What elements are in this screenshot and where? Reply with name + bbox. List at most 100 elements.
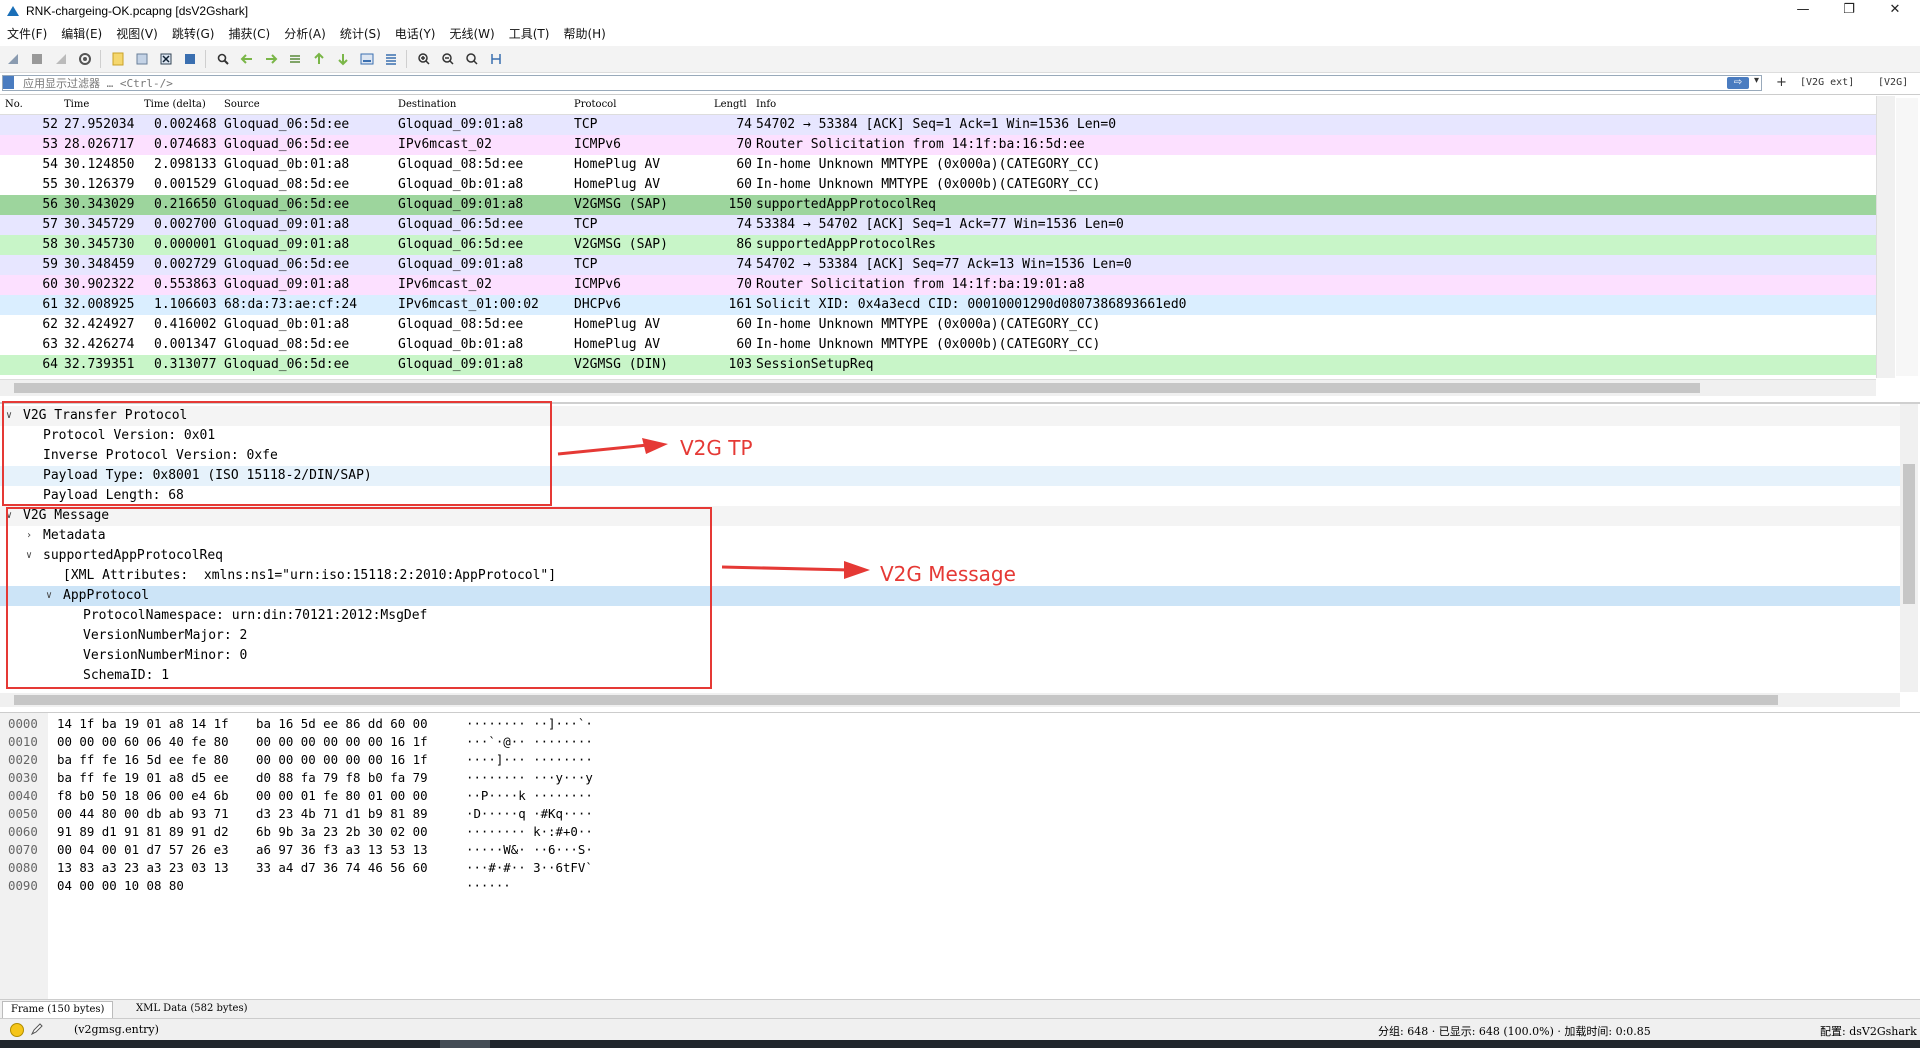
expert-info-icon[interactable] xyxy=(10,1023,24,1037)
first-packet-icon[interactable] xyxy=(308,48,330,70)
column-header-info[interactable]: Info xyxy=(756,99,776,110)
packet-row[interactable]: 56 30.343029 0.216650 Gloquad_06:5d:ee Gloqu… xyxy=(0,195,1876,215)
byte-hex2[interactable]: 33 a4 d7 36 74 46 56 60 xyxy=(256,859,428,877)
vscroll-thumb[interactable] xyxy=(1903,464,1915,604)
byte-hex1[interactable]: 00 00 00 60 06 40 fe 80 xyxy=(57,733,229,751)
byte-hex2[interactable]: 00 00 00 00 00 00 16 1f xyxy=(256,733,428,751)
byte-ascii[interactable]: ·D·····q ·#Kq···· xyxy=(466,805,593,823)
display-filter-input[interactable]: 应用显示过滤器 … <Ctrl-/> xyxy=(2,75,1762,91)
packet-minimap[interactable] xyxy=(1896,98,1918,376)
menu-telephony[interactable]: 电话(Y) xyxy=(388,25,443,42)
byte-hex1[interactable]: 91 89 d1 91 81 89 91 d2 xyxy=(57,823,229,841)
packet-row[interactable]: 57 30.345729 0.002700 Gloquad_09:01:a8 Gloqu… xyxy=(0,215,1876,235)
colorize-icon[interactable] xyxy=(380,48,402,70)
status-profile[interactable]: 配置: dsV2Gshark xyxy=(1820,1023,1917,1039)
hscroll-thumb[interactable] xyxy=(14,383,1700,393)
zoom-out-icon[interactable] xyxy=(437,48,459,70)
find-packet-icon[interactable] xyxy=(212,48,234,70)
save-file-icon[interactable] xyxy=(131,48,153,70)
open-file-icon[interactable] xyxy=(107,48,129,70)
menu-go[interactable]: 跳转(G) xyxy=(165,25,222,42)
byte-hex1[interactable]: f8 b0 50 18 06 00 e4 6b xyxy=(57,787,229,805)
last-packet-icon[interactable] xyxy=(332,48,354,70)
packet-row[interactable]: 54 30.124850 2.098133 Gloquad_0b:01:a8 Gloqu… xyxy=(0,155,1876,175)
zoom-in-icon[interactable] xyxy=(413,48,435,70)
byte-ascii[interactable]: ····]··· ········ xyxy=(466,751,593,769)
column-header-delta[interactable]: Time (delta) xyxy=(144,99,206,110)
byte-ascii[interactable]: ········ ··]···`· xyxy=(466,715,593,733)
byte-ascii[interactable]: ·····W&· ··6···S· xyxy=(466,841,593,859)
menu-tools[interactable]: 工具(T) xyxy=(502,25,557,42)
packet-row[interactable]: 63 32.426274 0.001347 Gloquad_08:5d:ee Gloqu… xyxy=(0,335,1876,355)
packet-row[interactable]: 60 30.902322 0.553863 Gloquad_09:01:a8 IPv6m… xyxy=(0,275,1876,295)
packet-row[interactable]: 61 32.008925 1.106603 68:da:73:ae:cf:24 IPv6… xyxy=(0,295,1876,315)
menu-statistics[interactable]: 统计(S) xyxy=(333,25,388,42)
menu-file[interactable]: 文件(F) xyxy=(0,25,54,42)
byte-hex1[interactable]: ba ff fe 19 01 a8 d5 ee xyxy=(57,769,229,787)
column-header-protocol[interactable]: Protocol xyxy=(574,99,616,110)
packet-row[interactable]: 62 32.424927 0.416002 Gloquad_0b:01:a8 Gloqu… xyxy=(0,315,1876,335)
close-button[interactable]: ✕ xyxy=(1872,0,1918,22)
menu-wireless[interactable]: 无线(W) xyxy=(443,25,502,42)
column-header-no[interactable]: No. xyxy=(5,99,23,110)
filter-button-v2g[interactable]: [V2G] xyxy=(1878,77,1908,88)
menu-edit[interactable]: 编辑(E) xyxy=(54,25,109,42)
tab-frame-bytes[interactable]: Frame (150 bytes) xyxy=(2,1001,114,1018)
packet-list-hscrollbar[interactable] xyxy=(0,379,1876,396)
tab-xml-data-bytes[interactable]: XML Data (582 bytes) xyxy=(128,1001,256,1017)
column-header-source[interactable]: Source xyxy=(224,99,260,110)
byte-hex1[interactable]: 04 00 00 10 08 80 xyxy=(57,877,184,895)
byte-hex1[interactable]: 13 83 a3 23 a3 23 03 13 xyxy=(57,859,229,877)
byte-hex1[interactable]: 00 44 80 00 db ab 93 71 xyxy=(57,805,229,823)
packet-row[interactable]: 55 30.126379 0.001529 Gloquad_08:5d:ee Gloqu… xyxy=(0,175,1876,195)
add-filter-button-icon[interactable]: + xyxy=(1776,75,1787,90)
byte-hex2[interactable]: d3 23 4b 71 d1 b9 81 89 xyxy=(256,805,428,823)
byte-hex1[interactable]: 00 04 00 01 d7 57 26 e3 xyxy=(57,841,229,859)
autoscroll-icon[interactable] xyxy=(356,48,378,70)
maximize-button[interactable]: ❐ xyxy=(1826,0,1872,22)
packet-row[interactable]: 64 32.739351 0.313077 Gloquad_06:5d:ee Gloqu… xyxy=(0,355,1876,375)
column-header-destination[interactable]: Destination xyxy=(398,99,456,110)
close-file-icon[interactable] xyxy=(155,48,177,70)
go-to-packet-icon[interactable] xyxy=(284,48,306,70)
stop-capture-icon[interactable] xyxy=(26,48,48,70)
byte-hex2[interactable]: a6 97 36 f3 a3 13 53 13 xyxy=(256,841,428,859)
byte-ascii[interactable]: ···`·@·· ········ xyxy=(466,733,593,751)
capture-options-icon[interactable] xyxy=(74,48,96,70)
byte-hex1[interactable]: ba ff fe 16 5d ee fe 80 xyxy=(57,751,229,769)
column-header-time[interactable]: Time xyxy=(64,99,89,110)
byte-hex2[interactable]: 6b 9b 3a 23 2b 30 02 00 xyxy=(256,823,428,841)
packet-list-vscrollbar[interactable] xyxy=(1876,96,1895,378)
byte-ascii[interactable]: ··P····k ········ xyxy=(466,787,593,805)
filter-button-v2g-ext[interactable]: [V2G ext] xyxy=(1800,77,1854,88)
minimize-button[interactable]: — xyxy=(1780,0,1826,22)
packet-row[interactable]: 52 27.952034 0.002468 Gloquad_06:5d:ee Gloqu… xyxy=(0,115,1876,135)
byte-ascii[interactable]: ······ xyxy=(466,877,511,895)
byte-ascii[interactable]: ········ k·:#+0·· xyxy=(466,823,593,841)
menu-analyze[interactable]: 分析(A) xyxy=(277,25,333,42)
go-forward-icon[interactable] xyxy=(260,48,282,70)
byte-ascii[interactable]: ···#·#·· 3··6tFV` xyxy=(466,859,593,877)
go-back-icon[interactable] xyxy=(236,48,258,70)
details-vscrollbar[interactable] xyxy=(1900,404,1918,692)
byte-hex2[interactable]: 00 00 00 00 00 00 16 1f xyxy=(256,751,428,769)
resize-columns-icon[interactable] xyxy=(485,48,507,70)
details-hscrollbar[interactable] xyxy=(0,693,1900,707)
apply-filter-button[interactable]: ⇨ xyxy=(1727,77,1749,89)
hscroll-thumb[interactable] xyxy=(14,695,1778,705)
menu-capture[interactable]: 捕获(C) xyxy=(221,25,277,42)
byte-hex2[interactable]: ba 16 5d ee 86 dd 60 00 xyxy=(256,715,428,733)
packet-row[interactable]: 58 30.345730 0.000001 Gloquad_09:01:a8 Gloqu… xyxy=(0,235,1876,255)
packet-row[interactable]: 59 30.348459 0.002729 Gloquad_06:5d:ee Gloqu… xyxy=(0,255,1876,275)
byte-hex1[interactable]: 14 1f ba 19 01 a8 14 1f xyxy=(57,715,229,733)
filter-bookmark-icon[interactable] xyxy=(3,76,14,89)
restart-capture-icon[interactable] xyxy=(50,48,72,70)
start-capture-icon[interactable] xyxy=(2,48,24,70)
reload-file-icon[interactable] xyxy=(179,48,201,70)
byte-hex2[interactable]: 00 00 01 fe 80 01 00 00 xyxy=(256,787,428,805)
packet-row[interactable]: 53 28.026717 0.074683 Gloquad_06:5d:ee IPv6m… xyxy=(0,135,1876,155)
normal-size-icon[interactable] xyxy=(461,48,483,70)
menu-view[interactable]: 视图(V) xyxy=(109,25,165,42)
edit-comment-icon[interactable] xyxy=(30,1022,44,1036)
filter-dropdown-icon[interactable]: ▾ xyxy=(1754,75,1759,86)
